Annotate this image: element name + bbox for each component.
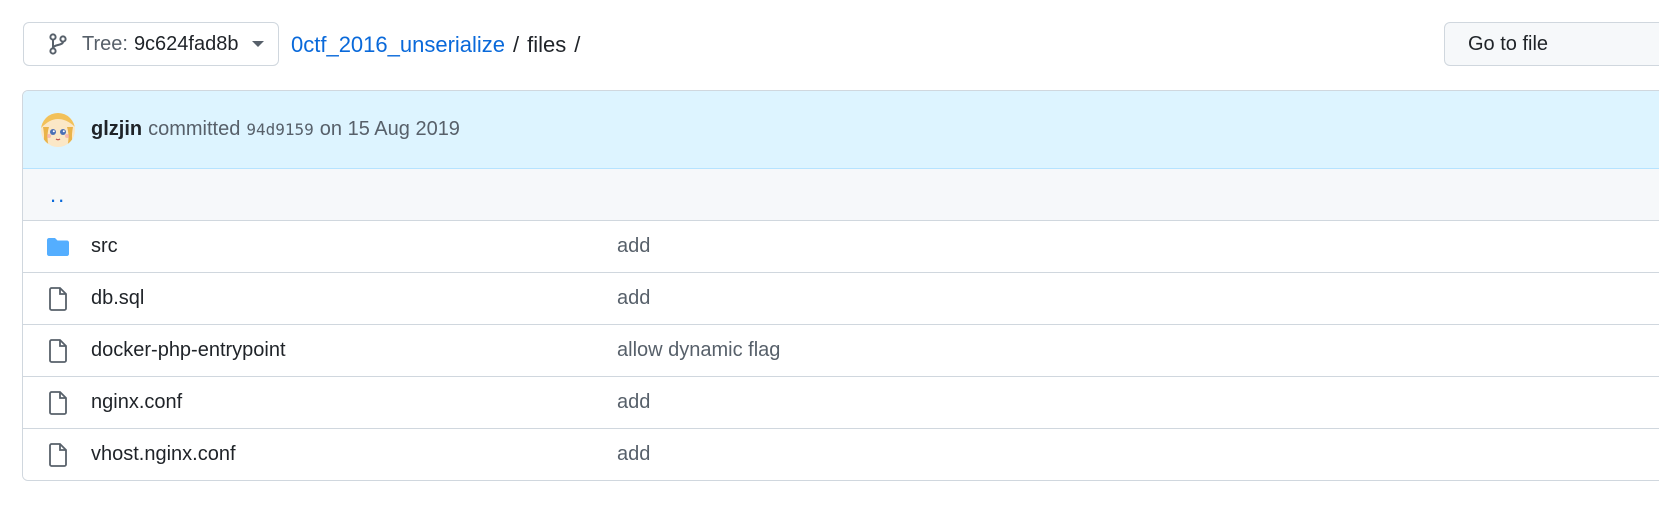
tree-sha-label: 9c624fad8b [133, 32, 239, 55]
file-icon [45, 338, 71, 363]
breadcrumb-trailing-separator: / [574, 32, 581, 57]
file-name-link[interactable]: docker-php-entrypoint [91, 339, 617, 362]
commit-message-link[interactable]: add [617, 391, 650, 414]
parent-directory-link[interactable]: .. [50, 182, 66, 208]
folder-icon [45, 235, 71, 259]
list-item[interactable]: src add [23, 221, 1659, 273]
commit-sha-link[interactable]: 94d9159 [246, 120, 313, 139]
commit-verb: committed [148, 118, 241, 140]
list-item[interactable]: nginx.conf add [23, 377, 1659, 429]
file-name-link[interactable]: nginx.conf [91, 391, 617, 414]
tree-prefix-label: Tree: [82, 32, 128, 55]
commit-message-link[interactable]: add [617, 443, 650, 466]
file-icon [45, 442, 71, 467]
breadcrumb-repo-link[interactable]: 0ctf_2016_unserialize [291, 32, 505, 58]
branch-tree-selector[interactable]: Tree: 9c624fad8b [23, 22, 279, 66]
parent-directory-row[interactable]: .. [23, 169, 1659, 221]
file-name-link[interactable]: db.sql [91, 287, 617, 310]
breadcrumb-separator: / [513, 32, 520, 57]
list-item[interactable]: vhost.nginx.conf add [23, 429, 1659, 480]
avatar[interactable] [41, 112, 75, 147]
file-list: glzjin committed 94d9159 on 15 Aug 2019 … [22, 90, 1659, 481]
commit-message-link[interactable]: add [617, 235, 650, 258]
latest-commit-bar: glzjin committed 94d9159 on 15 Aug 2019 [23, 91, 1659, 169]
file-name-link[interactable]: vhost.nginx.conf [91, 443, 617, 466]
commit-message-link[interactable]: allow dynamic flag [617, 339, 780, 362]
repo-toolbar: Tree: 9c624fad8b 0ctf_2016_unserialize /… [23, 22, 1659, 68]
breadcrumb: 0ctf_2016_unserialize / files / [291, 22, 588, 68]
file-icon [45, 390, 71, 415]
caret-down-icon [252, 41, 265, 47]
file-name-link[interactable]: src [91, 235, 617, 258]
commit-message-link[interactable]: add [617, 287, 650, 310]
file-icon [45, 286, 71, 311]
list-item[interactable]: docker-php-entrypoint allow dynamic flag [23, 325, 1659, 377]
git-branch-icon [48, 33, 68, 55]
list-item[interactable]: db.sql add [23, 273, 1659, 325]
commit-date: on 15 Aug 2019 [319, 118, 460, 140]
commit-author-link[interactable]: glzjin [91, 118, 142, 141]
go-to-file-button[interactable]: Go to file [1444, 22, 1659, 66]
breadcrumb-current-folder: files [527, 32, 567, 57]
